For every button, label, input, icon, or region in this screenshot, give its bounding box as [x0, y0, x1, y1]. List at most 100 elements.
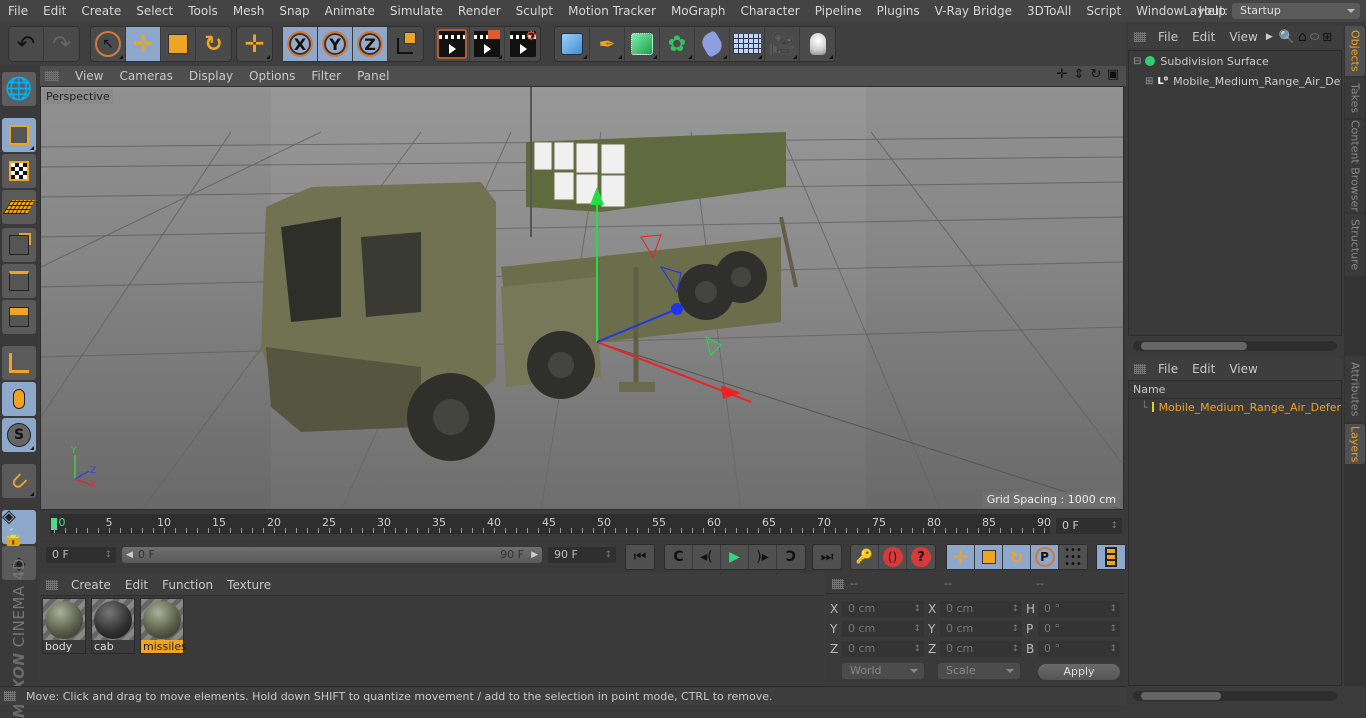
- menu-pipeline[interactable]: Pipeline: [807, 0, 869, 22]
- prev-frame-button[interactable]: ◂(: [693, 545, 721, 569]
- subdivision-surface-button[interactable]: [625, 27, 660, 61]
- render-picture-viewer-button[interactable]: [470, 27, 505, 61]
- render-view-button[interactable]: [435, 27, 470, 61]
- tab-attributes[interactable]: Attributes: [1345, 356, 1365, 422]
- size-z-field[interactable]: 0 cm: [940, 641, 1022, 657]
- panel-grip[interactable]: [45, 71, 59, 81]
- 3d-viewport[interactable]: Y Z X Perspective Grid Spacing : 1000 cm: [40, 86, 1124, 510]
- undo-button[interactable]: ↶: [9, 27, 44, 61]
- layer-row[interactable]: └ Mobile_Medium_Range_Air_Defer: [1129, 397, 1341, 417]
- material-menu-function[interactable]: Function: [155, 578, 220, 592]
- rot-p-field[interactable]: 0 °: [1038, 621, 1120, 637]
- scrollbar-thumb[interactable]: [1141, 692, 1221, 700]
- menu-simulate[interactable]: Simulate: [382, 0, 450, 22]
- solo-button[interactable]: S: [2, 418, 36, 452]
- viewport-menu-options[interactable]: Options: [241, 69, 303, 83]
- layers-menu-view[interactable]: View: [1223, 362, 1265, 376]
- material-body[interactable]: body: [42, 598, 86, 654]
- menu-window[interactable]: Window: [1128, 0, 1190, 22]
- play-button[interactable]: ▶: [721, 545, 749, 569]
- material-missiles[interactable]: missiles: [140, 598, 187, 654]
- pos-z-field[interactable]: 0 cm: [842, 641, 924, 657]
- menu-mograph[interactable]: MoGraph: [663, 0, 733, 22]
- redo-button[interactable]: ↷: [44, 27, 79, 61]
- edges-mode-button[interactable]: [2, 264, 36, 298]
- move-tool-button[interactable]: ✛: [126, 27, 161, 61]
- pan-icon[interactable]: ✛: [1055, 68, 1069, 82]
- viewport-menu-view[interactable]: View: [67, 69, 111, 83]
- coordinate-system-button[interactable]: [388, 27, 423, 61]
- maximize-view-icon[interactable]: ▣: [1106, 68, 1120, 82]
- menu-plugins[interactable]: Plugins: [869, 0, 927, 22]
- tab-content-browser[interactable]: Content Browser: [1345, 120, 1365, 212]
- current-frame-field[interactable]: 0 F: [1056, 518, 1122, 534]
- menu-3dtoall[interactable]: 3DToAll: [1019, 0, 1078, 22]
- layers-menu-file[interactable]: File: [1152, 362, 1186, 376]
- tweak-mode-button[interactable]: [2, 382, 36, 416]
- polygons-mode-button[interactable]: [2, 300, 36, 334]
- rotate-tool-button[interactable]: ↻: [196, 27, 231, 61]
- prev-key-button[interactable]: C: [665, 545, 693, 569]
- zoom-dolly-icon[interactable]: ⇕: [1072, 68, 1086, 82]
- viewport-menu-display[interactable]: Display: [181, 69, 241, 83]
- more-arrow-icon[interactable]: ▶: [1266, 32, 1273, 42]
- menu-animate[interactable]: Animate: [317, 0, 382, 22]
- collapse-icon[interactable]: ⊟: [1133, 56, 1141, 67]
- lock-workplane-button[interactable]: ◈🔒: [2, 506, 36, 548]
- workplane-mode-button[interactable]: [2, 190, 36, 224]
- tree-item-mobile-air-defense[interactable]: ⊞ L⁰ Mobile_Medium_Range_Air_Defe: [1129, 71, 1341, 91]
- viewport-menu-cameras[interactable]: Cameras: [111, 69, 180, 83]
- menu-edit[interactable]: Edit: [35, 0, 73, 22]
- home-icon[interactable]: ⌂: [1298, 29, 1307, 45]
- preview-range-slider[interactable]: ◀ 0 F 90 F ▶: [122, 547, 542, 563]
- tree-item-subdivision-surface[interactable]: ⊟ Subdivision Surface: [1129, 51, 1341, 71]
- orbit-icon[interactable]: ↻: [1089, 68, 1103, 82]
- objects-menu-file[interactable]: File: [1152, 30, 1186, 44]
- model-mode-button[interactable]: [2, 118, 36, 152]
- recent-tool-button[interactable]: ✛: [237, 27, 272, 61]
- rot-h-field[interactable]: 0 °: [1038, 601, 1120, 617]
- render-settings-button[interactable]: ⚙: [505, 27, 540, 61]
- tab-structure[interactable]: Structure: [1345, 214, 1365, 276]
- pos-y-field[interactable]: 0 cm: [842, 621, 924, 637]
- tab-takes[interactable]: Takes: [1345, 78, 1365, 118]
- menu-sculpt[interactable]: Sculpt: [508, 0, 560, 22]
- tab-layers[interactable]: Layers: [1345, 424, 1365, 464]
- objects-menu-view[interactable]: View: [1223, 30, 1265, 44]
- key-rotation-button[interactable]: ↻: [1003, 545, 1031, 569]
- pen-spline-button[interactable]: ✒: [590, 27, 625, 61]
- panel-grip[interactable]: [1134, 32, 1146, 42]
- points-mode-button[interactable]: [2, 228, 36, 262]
- pos-x-field[interactable]: 0 cm: [842, 601, 924, 617]
- menu-v-ray-bridge[interactable]: V-Ray Bridge: [927, 0, 1019, 22]
- end-frame-field[interactable]: 90 F: [548, 547, 616, 563]
- next-frame-button[interactable]: )▸: [749, 545, 777, 569]
- key-scale-button[interactable]: [975, 545, 1003, 569]
- y-axis-lock-button[interactable]: Y: [318, 27, 353, 61]
- expand-icon[interactable]: ⊞: [1145, 76, 1153, 87]
- range-left-arrow-icon[interactable]: ◀: [126, 547, 133, 563]
- scrollbar-thumb[interactable]: [1141, 342, 1247, 350]
- viewport-menu-panel[interactable]: Panel: [349, 69, 397, 83]
- z-axis-lock-button[interactable]: Z: [353, 27, 388, 61]
- menu-file[interactable]: File: [0, 0, 35, 22]
- material-menu-create[interactable]: Create: [64, 578, 118, 592]
- autokey-button[interactable]: (): [879, 545, 907, 569]
- scale-tool-button[interactable]: [161, 27, 196, 61]
- panel-grip[interactable]: [46, 579, 58, 590]
- live-selection-button[interactable]: ↖: [91, 27, 126, 61]
- menu-character[interactable]: Character: [732, 0, 806, 22]
- menu-snap[interactable]: Snap: [271, 0, 316, 22]
- menu-tools[interactable]: Tools: [180, 0, 225, 22]
- timeline-window-button[interactable]: [1097, 545, 1125, 569]
- truck-model[interactable]: [261, 87, 798, 461]
- tab-objects[interactable]: Objects: [1345, 26, 1365, 76]
- panel-grip[interactable]: [1134, 364, 1146, 374]
- snapping-button[interactable]: ∪: [2, 464, 36, 498]
- cloner-button[interactable]: ✿: [660, 27, 695, 61]
- go-to-start-button[interactable]: ⏮: [626, 545, 654, 569]
- material-menu-edit[interactable]: Edit: [118, 578, 155, 592]
- object-tree-scrollbar[interactable]: [1133, 341, 1337, 351]
- key-position-button[interactable]: ✛: [947, 545, 975, 569]
- viewport-menu-filter[interactable]: Filter: [303, 69, 349, 83]
